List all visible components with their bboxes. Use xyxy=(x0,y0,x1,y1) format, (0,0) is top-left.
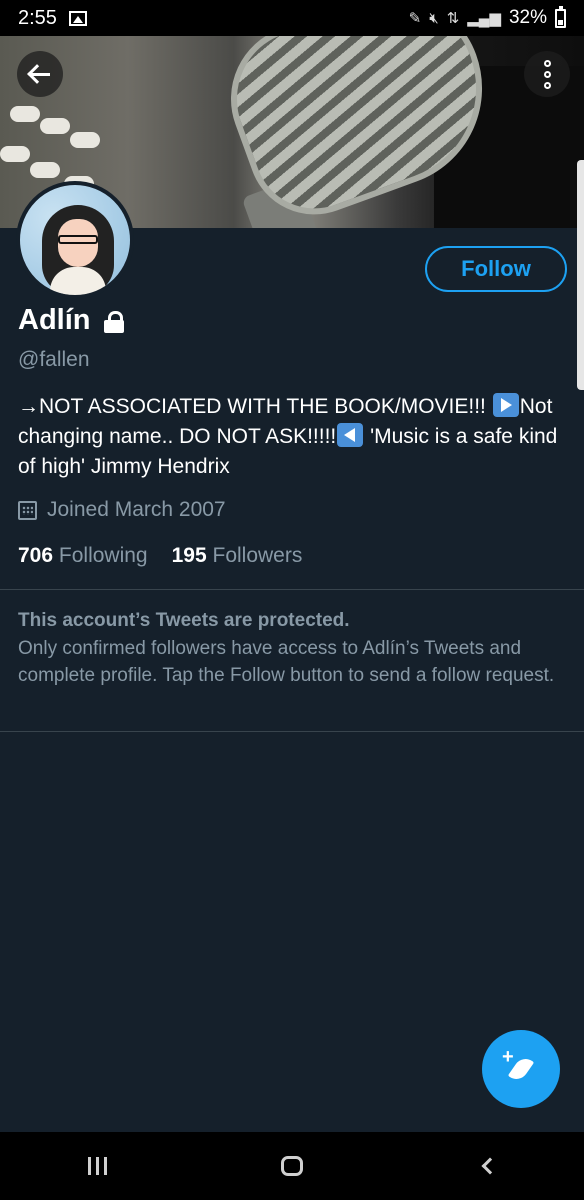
following-link[interactable]: 706 Following xyxy=(18,544,148,568)
profile-bio: →NOT ASSOCIATED WITH THE BOOK/MOVIE!!! N… xyxy=(18,392,570,482)
mute-icon: 🔇︎ xyxy=(429,9,439,27)
home-icon xyxy=(280,1156,303,1176)
scroll-indicator xyxy=(577,160,584,390)
protected-notice: This account’s Tweets are protected. Onl… xyxy=(18,608,568,689)
followers-label: Followers xyxy=(212,544,303,567)
calendar-icon xyxy=(18,500,37,520)
joined-date: Joined March 2007 xyxy=(47,498,226,521)
follow-counts: 706 Following 195 Followers xyxy=(18,544,302,568)
following-count: 706 xyxy=(18,544,54,567)
more-options-button[interactable] xyxy=(524,51,570,97)
home-button[interactable] xyxy=(262,1146,322,1186)
play-left-emoji-icon xyxy=(337,423,364,447)
recents-icon xyxy=(87,1157,107,1175)
display-name-row: Adlín xyxy=(18,304,125,337)
protected-title: This account’s Tweets are protected. xyxy=(18,610,350,631)
system-navigation-bar xyxy=(0,1132,584,1200)
recents-button[interactable] xyxy=(67,1146,127,1186)
status-bar: 2:55 ✎ 🔇︎ ⇅ ▂▄▆ 32% xyxy=(0,0,584,36)
battery-percent: 32% xyxy=(508,7,547,28)
gallery-icon xyxy=(68,10,87,26)
lock-icon xyxy=(103,310,125,333)
divider xyxy=(0,731,584,732)
status-time: 2:55 xyxy=(18,6,57,29)
protected-body: Only confirmed followers have access to … xyxy=(18,638,555,686)
bio-text-1: →NOT ASSOCIATED WITH THE BOOK/MOVIE!!! xyxy=(18,395,492,418)
divider xyxy=(0,589,584,590)
follow-button[interactable]: Follow xyxy=(425,246,567,292)
user-handle: @fallen xyxy=(18,348,90,371)
compose-feather-icon xyxy=(502,1046,538,1086)
following-label: Following xyxy=(58,544,148,567)
play-right-emoji-icon xyxy=(492,393,519,417)
followers-count: 195 xyxy=(171,544,207,567)
back-arrow-icon xyxy=(28,65,52,83)
data-icon: ⇅ xyxy=(446,10,460,27)
display-name: Adlín xyxy=(18,304,91,336)
battery-icon xyxy=(555,5,566,28)
joined-date-row: Joined March 2007 xyxy=(18,498,226,522)
chevron-left-icon xyxy=(481,1157,499,1175)
avatar[interactable] xyxy=(16,181,134,299)
compose-tweet-button[interactable] xyxy=(482,1030,560,1108)
back-button[interactable] xyxy=(17,51,63,97)
status-icons: ✎ 🔇︎ ⇅ ▂▄▆ 32% xyxy=(408,5,566,29)
followers-link[interactable]: 195 Followers xyxy=(172,544,303,568)
pen-icon: ✎ xyxy=(408,10,422,27)
signal-icon: ▂▄▆ xyxy=(467,10,501,27)
system-back-button[interactable] xyxy=(457,1146,517,1186)
more-vertical-icon xyxy=(543,59,551,89)
